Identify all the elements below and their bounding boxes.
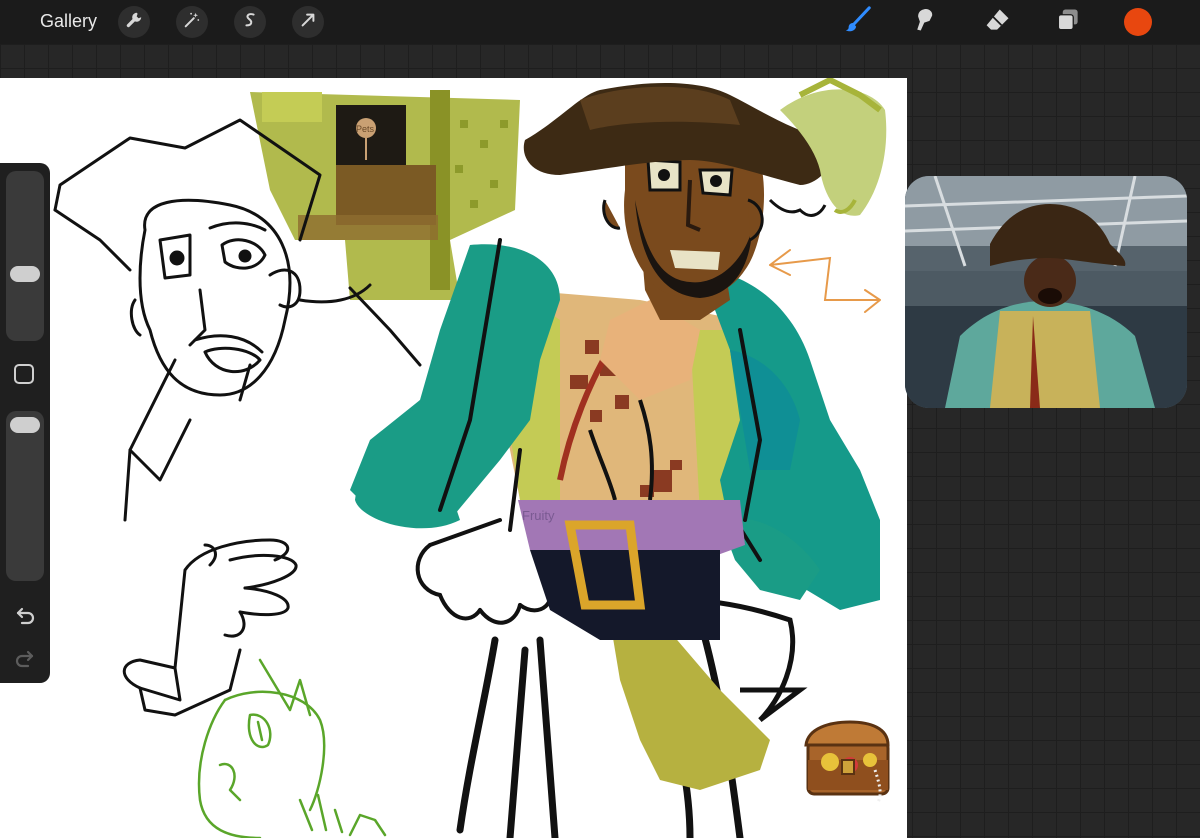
layers-button[interactable] xyxy=(1052,6,1084,38)
left-sidebar xyxy=(0,163,50,683)
selection-s-icon xyxy=(241,11,259,34)
magic-wand-icon xyxy=(183,11,201,34)
redo-button[interactable] xyxy=(13,646,37,670)
transform-arrow-icon xyxy=(299,11,317,34)
opacity-thumb[interactable] xyxy=(10,417,40,433)
eraser-tool-button[interactable] xyxy=(982,6,1014,38)
brush-icon xyxy=(843,5,873,40)
undo-icon xyxy=(13,607,37,631)
brush-tool-button[interactable] xyxy=(842,5,874,40)
opacity-slider[interactable] xyxy=(6,411,44,581)
sign-text: Pets xyxy=(356,124,375,134)
layers-icon xyxy=(1054,6,1082,39)
undo-button[interactable] xyxy=(13,603,37,627)
color-picker-swatch[interactable] xyxy=(1124,8,1152,36)
gallery-button[interactable]: Gallery xyxy=(40,11,97,32)
brush-size-slider[interactable] xyxy=(6,171,44,341)
photo-reference-pirate xyxy=(905,176,1187,408)
selection-button[interactable] xyxy=(234,6,266,38)
parrot-line-sketch xyxy=(197,658,387,838)
reference-photo-window[interactable] xyxy=(905,176,1187,408)
hand-line-sketch xyxy=(122,538,298,717)
smudge-tool-button[interactable] xyxy=(910,6,942,38)
smudge-icon xyxy=(912,6,940,39)
top-toolbar: Gallery xyxy=(0,0,1200,44)
actions-button[interactable] xyxy=(118,6,150,38)
adjustments-button[interactable] xyxy=(176,6,208,38)
brush-size-thumb[interactable] xyxy=(10,266,40,282)
canvas-artwork: Pets Fruity xyxy=(53,78,890,838)
treasure-chest-sticker xyxy=(804,720,890,803)
transform-button[interactable] xyxy=(292,6,324,38)
wrench-icon xyxy=(125,11,143,34)
redo-icon xyxy=(13,650,37,674)
drawing-canvas[interactable]: Pets Fruity xyxy=(0,78,907,838)
modify-square-button[interactable] xyxy=(14,364,34,384)
belt-text: Fruity xyxy=(522,508,555,523)
eraser-icon xyxy=(984,6,1012,39)
